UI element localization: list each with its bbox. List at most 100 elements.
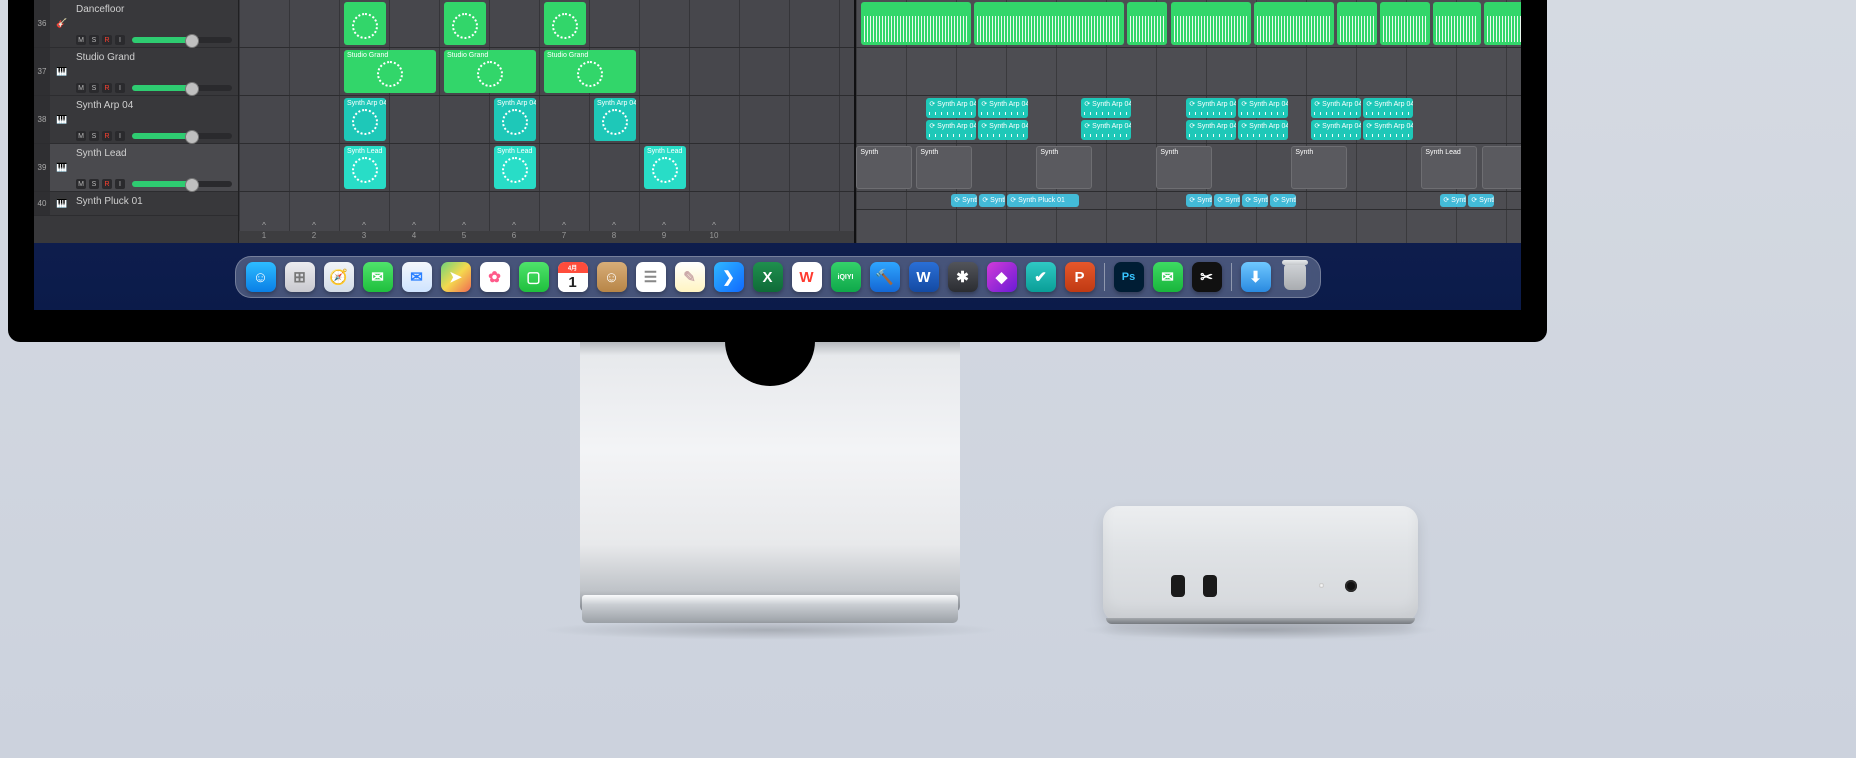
- audio-region[interactable]: [1337, 2, 1377, 45]
- photos-icon[interactable]: ✿: [480, 262, 510, 292]
- track-i-button[interactable]: I: [115, 131, 125, 141]
- track-r-button[interactable]: R: [102, 35, 112, 45]
- wps-icon[interactable]: W: [792, 262, 822, 292]
- calendar-icon[interactable]: 4月 1: [558, 262, 588, 292]
- todo-icon[interactable]: ✔: [1026, 262, 1056, 292]
- audio-region[interactable]: ⟳ Synth Arp 04: [1238, 98, 1288, 118]
- wechat-icon[interactable]: ✉: [1153, 262, 1183, 292]
- feishu-icon[interactable]: ❯: [714, 262, 744, 292]
- volume-fader[interactable]: [132, 181, 232, 187]
- finder-icon[interactable]: ☺: [246, 262, 276, 292]
- audio-region[interactable]: [1171, 2, 1251, 45]
- arrangement-right[interactable]: ⟳ Synth Arp 04⟳ Synth Arp 04⟳ Synth Arp …: [854, 0, 1521, 243]
- timeline[interactable]: Studio GrandStudio GrandStudio GrandSynt…: [239, 0, 1521, 243]
- photoshop-icon[interactable]: Ps: [1114, 262, 1144, 292]
- track-i-button[interactable]: I: [115, 179, 125, 189]
- excel-icon[interactable]: X: [753, 262, 783, 292]
- track-m-button[interactable]: M: [76, 131, 86, 141]
- midi-region[interactable]: Synth: [856, 146, 912, 189]
- track-i-button[interactable]: I: [115, 83, 125, 93]
- track-s-button[interactable]: S: [89, 179, 99, 189]
- audio-region[interactable]: ⟳ Synth: [979, 194, 1005, 207]
- downloads-icon[interactable]: ⬇: [1241, 262, 1271, 292]
- volume-fader[interactable]: [132, 85, 232, 91]
- audio-region[interactable]: [1433, 2, 1481, 45]
- arrangement-row[interactable]: ⟳ Synth Arp 04⟳ Synth Arp 04⟳ Synth Arp …: [856, 96, 1521, 144]
- track-header[interactable]: 37 🎹 Studio Grand MSRI: [34, 48, 238, 96]
- midi-region[interactable]: [344, 2, 386, 45]
- reminders-icon[interactable]: ☰: [636, 262, 666, 292]
- contacts-icon[interactable]: ☺: [597, 262, 627, 292]
- audio-region[interactable]: [1484, 2, 1521, 45]
- affinity-icon[interactable]: ◆: [987, 262, 1017, 292]
- track-r-button[interactable]: R: [102, 179, 112, 189]
- midi-region[interactable]: Synth Arp 04: [494, 98, 536, 141]
- xcode-icon[interactable]: 🔨: [870, 262, 900, 292]
- messages-icon[interactable]: ✉: [363, 262, 393, 292]
- midi-region[interactable]: Synth Lead: [1421, 146, 1477, 189]
- audio-region[interactable]: [1380, 2, 1430, 45]
- track-m-button[interactable]: M: [76, 83, 86, 93]
- track-m-button[interactable]: M: [76, 35, 86, 45]
- track-header[interactable]: 39 🎹 Synth Lead MSRI: [34, 144, 238, 192]
- arrangement-row[interactable]: SynthSynthSynthSynthSynthSynth Lead: [856, 144, 1521, 192]
- mail-icon[interactable]: ✉: [402, 262, 432, 292]
- audio-region[interactable]: ⟳ Synth Arp 04: [1081, 120, 1131, 140]
- midi-region[interactable]: Synth Lead: [644, 146, 686, 189]
- track-header[interactable]: 40 🎹 Synth Pluck 01: [34, 192, 238, 216]
- safari-icon[interactable]: 🧭: [324, 262, 354, 292]
- audio-region[interactable]: [1254, 2, 1334, 45]
- midi-region[interactable]: Synth: [1036, 146, 1092, 189]
- midi-region[interactable]: Studio Grand: [444, 50, 536, 93]
- audio-region[interactable]: ⟳ Synth Arp 04: [1186, 120, 1236, 140]
- audio-region[interactable]: ⟳ Synth Arp 04: [1311, 98, 1361, 118]
- audio-region[interactable]: ⟳ Synth Arp 04: [926, 120, 976, 140]
- arrangement-row[interactable]: ⟳ Synth⟳ Synth⟳ Synth Pluck 01⟳ Synth⟳ S…: [856, 192, 1521, 210]
- track-s-button[interactable]: S: [89, 83, 99, 93]
- maps-icon[interactable]: ➤: [441, 262, 471, 292]
- notes-icon[interactable]: ✎: [675, 262, 705, 292]
- powerpoint-icon[interactable]: P: [1065, 262, 1095, 292]
- midi-region[interactable]: Synth Arp 04: [594, 98, 636, 141]
- midi-region[interactable]: [544, 2, 586, 45]
- audio-region[interactable]: [1127, 2, 1167, 45]
- track-r-button[interactable]: R: [102, 83, 112, 93]
- facetime-icon[interactable]: ▢: [519, 262, 549, 292]
- audio-region[interactable]: ⟳ Synth: [1440, 194, 1466, 207]
- iqiyi-icon[interactable]: iQIYI: [831, 262, 861, 292]
- arrangement-row[interactable]: [856, 48, 1521, 96]
- audio-region[interactable]: ⟳ Synth: [1242, 194, 1268, 207]
- track-header[interactable]: 36 🎸 Dancefloor MSRI: [34, 0, 238, 48]
- audio-region[interactable]: ⟳ Synth Arp 04: [1363, 120, 1413, 140]
- track-s-button[interactable]: S: [89, 131, 99, 141]
- track-s-button[interactable]: S: [89, 35, 99, 45]
- capcut-icon[interactable]: ✂: [1192, 262, 1222, 292]
- audio-region[interactable]: [861, 2, 971, 45]
- audio-region[interactable]: ⟳ Synth Arp 04: [1081, 98, 1131, 118]
- audio-region[interactable]: ⟳ Synth Arp 04: [926, 98, 976, 118]
- midi-region[interactable]: [444, 2, 486, 45]
- audio-region[interactable]: ⟳ Synth: [1270, 194, 1296, 207]
- launchpad-icon[interactable]: ⊞: [285, 262, 315, 292]
- shortcuts-icon[interactable]: ✱: [948, 262, 978, 292]
- midi-region[interactable]: Studio Grand: [344, 50, 436, 93]
- midi-region[interactable]: Synth: [1156, 146, 1212, 189]
- trash-icon[interactable]: [1280, 262, 1310, 292]
- midi-region[interactable]: Synth Lead: [344, 146, 386, 189]
- volume-fader[interactable]: [132, 37, 232, 43]
- midi-region[interactable]: Synth: [916, 146, 972, 189]
- audio-region[interactable]: [974, 2, 1124, 45]
- track-r-button[interactable]: R: [102, 131, 112, 141]
- trash-icon[interactable]: [1284, 264, 1306, 290]
- midi-region[interactable]: Studio Grand: [544, 50, 636, 93]
- audio-region[interactable]: ⟳ Synth: [1214, 194, 1240, 207]
- audio-region[interactable]: ⟳ Synth Arp 04: [1238, 120, 1288, 140]
- midi-region[interactable]: [1482, 146, 1521, 189]
- audio-region[interactable]: ⟳ Synth: [951, 194, 977, 207]
- audio-region[interactable]: ⟳ Synth Arp 04: [1311, 120, 1361, 140]
- audio-region[interactable]: ⟳ Synth Arp 04: [1363, 98, 1413, 118]
- midi-region[interactable]: Synth Lead: [494, 146, 536, 189]
- audio-region[interactable]: ⟳ Synth Arp 04: [978, 120, 1028, 140]
- audio-region[interactable]: ⟳ Synth: [1186, 194, 1212, 207]
- track-header[interactable]: 38 🎹 Synth Arp 04 MSRI: [34, 96, 238, 144]
